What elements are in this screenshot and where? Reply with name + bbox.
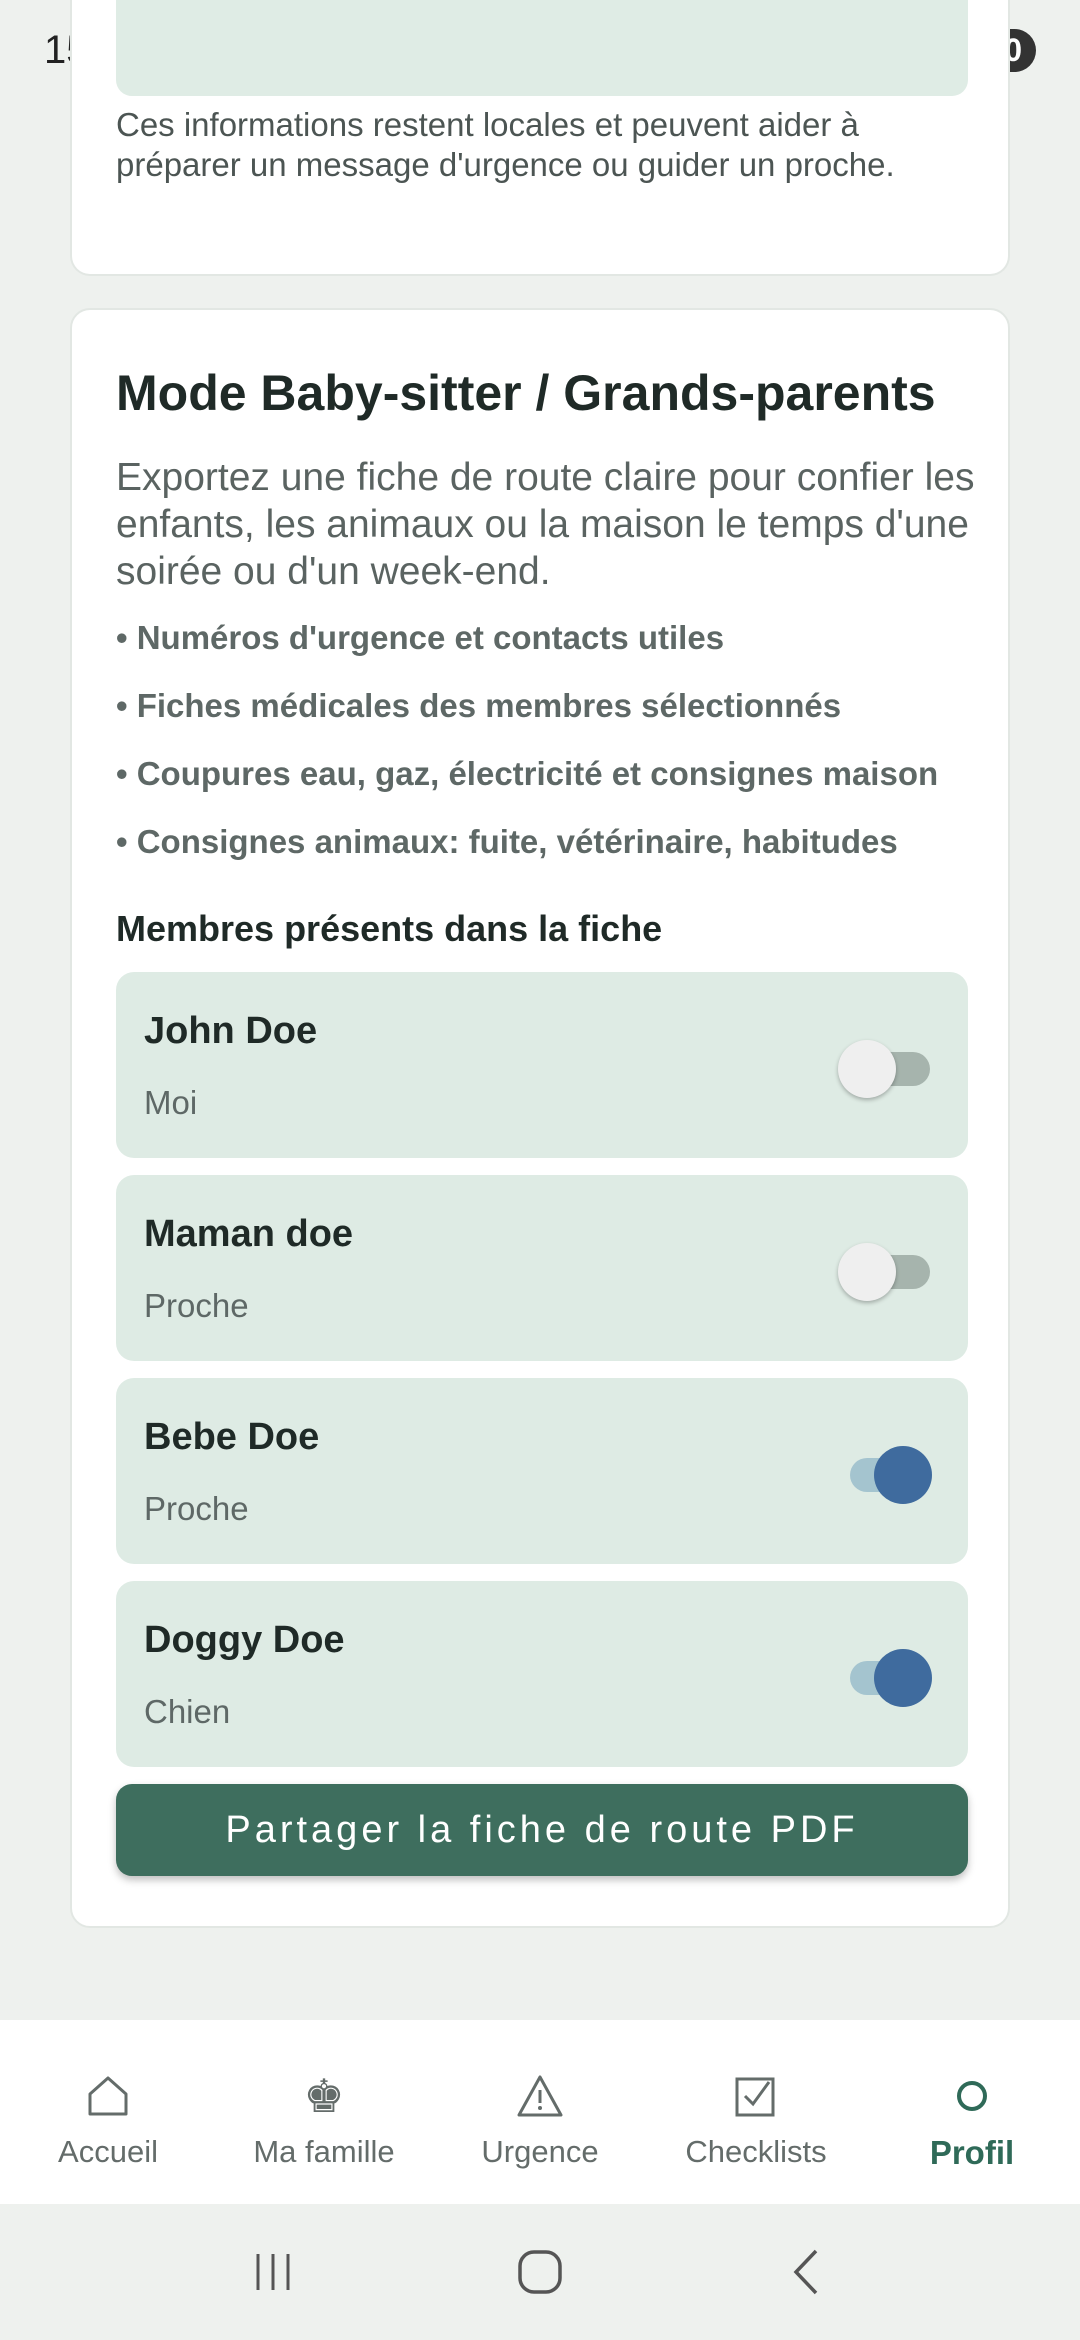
members-label: Membres présents dans la fiche — [116, 908, 663, 949]
member-row-doggy[interactable]: Doggy Doe Chien — [116, 1581, 968, 1767]
member-row-bebe[interactable]: Bebe Doe Proche — [116, 1378, 968, 1564]
toggle-knob — [874, 1446, 932, 1504]
babysitter-title: Mode Baby-sitter / Grands-parents — [116, 365, 936, 421]
babysitter-bullets: • Numéros d'urgence et contacts utiles •… — [116, 616, 996, 888]
babysitter-intro: Exportez une fiche de route claire pour … — [116, 456, 975, 593]
toggle-knob — [838, 1243, 896, 1301]
bottom-nav: Accueil ♚ Ma famille Urgence Checklists … — [0, 2020, 1080, 2204]
nav-label: Accueil — [58, 2134, 158, 2169]
recent-apps-icon[interactable] — [233, 2232, 313, 2312]
checkbox-icon — [730, 2070, 782, 2122]
nav-label: Checklists — [685, 2134, 827, 2169]
bullet-item: • Consignes animaux: fuite, vétérinaire,… — [116, 823, 898, 860]
member-name: Doggy Doe — [144, 1619, 345, 1661]
nav-item-urgence[interactable]: Urgence — [435, 2020, 645, 2170]
screen: 15:19 — [0, 0, 1080, 2340]
member-role: Chien — [144, 1693, 231, 1730]
share-pdf-button[interactable]: Partager la fiche de route PDF — [116, 1784, 968, 1876]
member-name: Maman doe — [144, 1213, 354, 1255]
toggle-knob — [874, 1649, 932, 1707]
location-strip — [116, 0, 968, 96]
system-nav — [0, 2204, 1080, 2340]
nav-label: Profil — [929, 2134, 1015, 2171]
nav-item-profil[interactable]: Profil — [867, 2020, 1077, 2172]
warning-icon — [514, 2070, 566, 2122]
member-toggle-john[interactable] — [838, 1038, 930, 1098]
nav-label: Ma famille — [253, 2134, 395, 2169]
member-toggle-maman[interactable] — [838, 1241, 930, 1301]
bullet-item: • Coupures eau, gaz, électricité et cons… — [116, 755, 939, 792]
member-toggle-bebe[interactable] — [838, 1444, 932, 1504]
babysitter-card: Mode Baby-sitter / Grands-parents Export… — [70, 308, 1010, 1928]
location-note: Ces informations restent locales et peuv… — [116, 106, 895, 183]
member-role: Proche — [144, 1287, 249, 1324]
bullet-item: • Fiches médicales des membres sélection… — [116, 687, 842, 724]
back-icon[interactable] — [767, 2232, 847, 2312]
nav-label: Urgence — [481, 2134, 599, 2169]
member-name: Bebe Doe — [144, 1416, 320, 1458]
nav-item-famille[interactable]: ♚ Ma famille — [219, 2020, 429, 2170]
crown-icon: ♚ — [303, 2070, 345, 2122]
home-icon — [82, 2070, 134, 2122]
home-button-icon[interactable] — [500, 2232, 580, 2312]
location-info-card: Ces informations restent locales et peuv… — [70, 0, 1010, 276]
nav-item-checklists[interactable]: Checklists — [651, 2020, 861, 2170]
member-row-john[interactable]: John Doe Moi — [116, 972, 968, 1158]
profile-circle-icon — [946, 2070, 998, 2122]
member-toggle-doggy[interactable] — [838, 1647, 932, 1707]
member-role: Moi — [144, 1084, 198, 1121]
nav-item-accueil[interactable]: Accueil — [3, 2020, 213, 2170]
member-role: Proche — [144, 1490, 249, 1527]
toggle-knob — [838, 1040, 896, 1098]
member-row-maman[interactable]: Maman doe Proche — [116, 1175, 968, 1361]
member-name: John Doe — [144, 1010, 318, 1052]
bullet-item: • Numéros d'urgence et contacts utiles — [116, 619, 725, 656]
